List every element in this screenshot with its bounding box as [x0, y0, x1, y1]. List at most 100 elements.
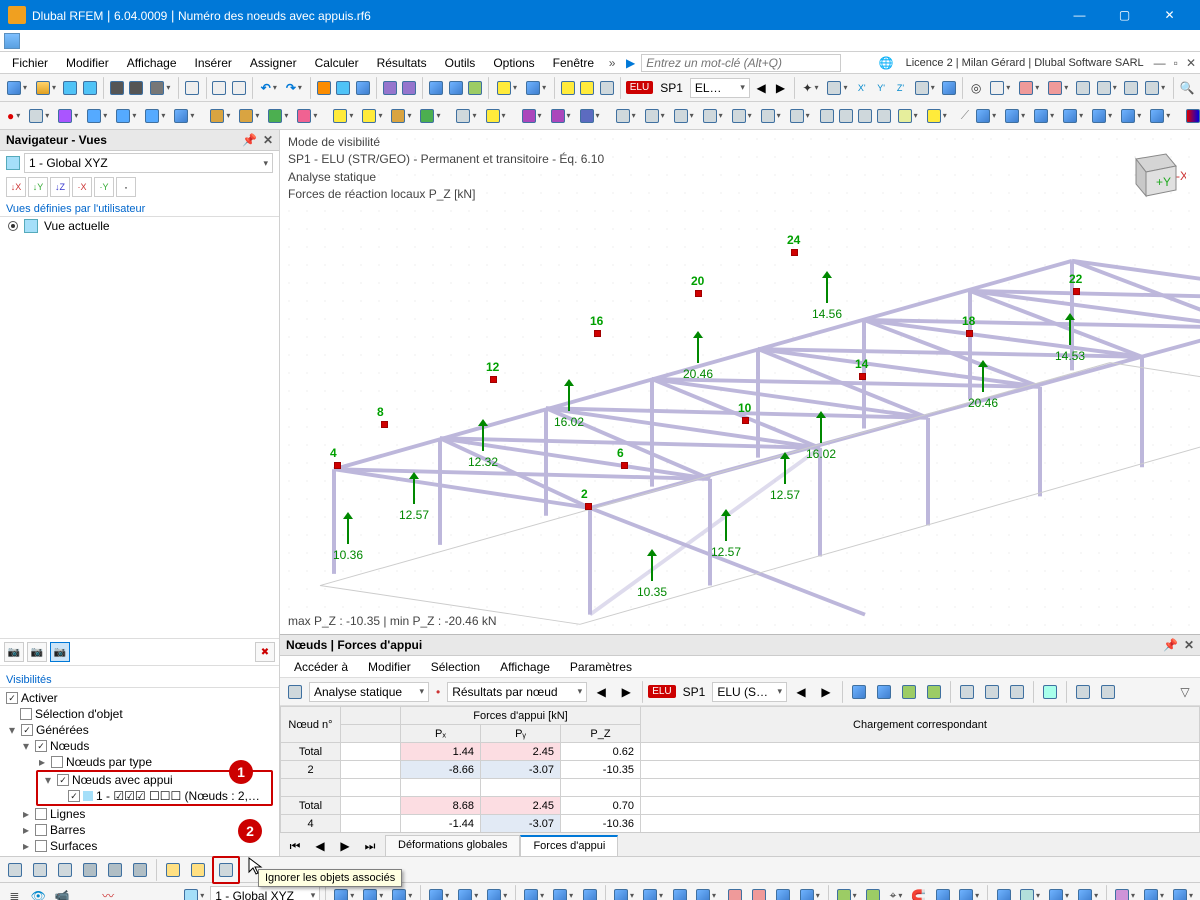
bt-navtab1[interactable]: ≣: [4, 885, 25, 900]
rt-c1[interactable]: [956, 681, 978, 703]
tb-calc2[interactable]: [448, 77, 464, 99]
tb2-sp7[interactable]: [1147, 105, 1173, 127]
tb2-iso2[interactable]: [642, 105, 668, 127]
menu-outils[interactable]: Outils: [437, 54, 484, 72]
bbot-d[interactable]: [693, 885, 719, 900]
tb2-dim[interactable]: [453, 105, 479, 127]
tab-prev[interactable]: ◀: [309, 835, 331, 857]
tb-cloud[interactable]: [62, 77, 78, 99]
panel-close-icon[interactable]: ✕: [263, 133, 273, 147]
tb2-r2[interactable]: [838, 105, 854, 127]
rt-mode-combo[interactable]: Analyse statique: [309, 682, 429, 702]
menu-assigner[interactable]: Assigner: [242, 54, 305, 72]
checkbox-icon[interactable]: [35, 808, 47, 820]
tree-nodes-with-support-item[interactable]: 1 - ☑☑☑ ☐☐☐ (Nœuds : 2,…: [38, 788, 271, 804]
menu-inserer[interactable]: Insérer: [187, 54, 240, 72]
tb2-sp6[interactable]: [1118, 105, 1144, 127]
tb-saveall[interactable]: [128, 77, 144, 99]
tb-paste[interactable]: [231, 77, 247, 99]
tb2-members[interactable]: [55, 105, 81, 127]
tb-wizard[interactable]: [494, 77, 520, 99]
bbot-e[interactable]: [725, 885, 746, 900]
bbot-guide[interactable]: [1017, 885, 1043, 900]
rt-e1[interactable]: [1072, 681, 1094, 703]
tb-label4[interactable]: [1094, 77, 1120, 99]
bb-hide[interactable]: [79, 859, 101, 881]
bbot-magnet[interactable]: 🧲: [908, 885, 929, 900]
bbot-ortho[interactable]: [932, 885, 953, 900]
bbot-c[interactable]: [669, 885, 690, 900]
tree-lines[interactable]: ▸Lignes: [2, 806, 277, 822]
tb2-iso6[interactable]: [758, 105, 784, 127]
tb-axis-x[interactable]: X': [854, 77, 870, 99]
tb2-sp1[interactable]: [973, 105, 999, 127]
resmenu-select[interactable]: Sélection: [423, 658, 488, 676]
tb-label6[interactable]: [1142, 77, 1168, 99]
cam-1[interactable]: 📷: [4, 642, 24, 662]
checkbox-icon[interactable]: [35, 840, 47, 852]
bt-eye[interactable]: 👁: [28, 885, 49, 900]
mdi-minimize[interactable]: —: [1154, 56, 1166, 70]
bbot-b[interactable]: [640, 885, 666, 900]
tb2-e1[interactable]: [519, 105, 545, 127]
current-view-radio[interactable]: Vue actuelle: [0, 217, 279, 235]
axis-btn-x[interactable]: ·X: [72, 177, 92, 197]
checkbox-icon[interactable]: [21, 724, 33, 736]
tb-copy[interactable]: [211, 77, 227, 99]
cam-3[interactable]: 📷: [50, 642, 70, 662]
bbot-a[interactable]: [611, 885, 637, 900]
checkbox-icon[interactable]: [51, 756, 63, 768]
tab-last[interactable]: ⏭: [359, 835, 381, 857]
tb-calc-all[interactable]: [467, 77, 483, 99]
minimize-button[interactable]: —: [1057, 0, 1102, 30]
bbot-6[interactable]: [484, 885, 510, 900]
tb-save[interactable]: [109, 77, 125, 99]
bbot-snap[interactable]: ⌖: [887, 885, 906, 900]
tb2-open[interactable]: [142, 105, 168, 127]
tree-selection[interactable]: Sélection d'objet: [2, 706, 277, 722]
bbot-cs[interactable]: [181, 885, 207, 900]
tb-persp[interactable]: [912, 77, 938, 99]
tb-undo[interactable]: ↶: [258, 77, 280, 99]
bb-edit[interactable]: [129, 859, 151, 881]
checkbox-icon[interactable]: [68, 790, 80, 802]
bbot-5[interactable]: [455, 885, 481, 900]
rt-b3[interactable]: [898, 681, 920, 703]
tb-label[interactable]: [1016, 77, 1042, 99]
tb2-iso5[interactable]: [729, 105, 755, 127]
bbot-f[interactable]: [749, 885, 770, 900]
rt-b1[interactable]: [848, 681, 870, 703]
bbot-j[interactable]: [863, 885, 884, 900]
menu-overflow[interactable]: »: [604, 56, 620, 70]
resmenu-params[interactable]: Paramètres: [562, 658, 640, 676]
tb-axis-z[interactable]: Z': [892, 77, 908, 99]
tb2-lines[interactable]: [26, 105, 52, 127]
tb2-sp4[interactable]: [1060, 105, 1086, 127]
tb-axis-y[interactable]: Y': [873, 77, 889, 99]
axis-btn-minusx[interactable]: ↓X: [6, 177, 26, 197]
tab-first[interactable]: ⏮: [284, 835, 306, 857]
bt-cam[interactable]: 📹: [52, 885, 73, 900]
tb2-hinge[interactable]: [236, 105, 262, 127]
bb-prev[interactable]: [54, 859, 76, 881]
rt-prev[interactable]: ◀: [590, 681, 612, 703]
tb2-add[interactable]: [359, 105, 385, 127]
bb-sel[interactable]: [4, 859, 26, 881]
menu-affichage[interactable]: Affichage: [119, 54, 185, 72]
bbot-4[interactable]: [426, 885, 452, 900]
tab-support-forces[interactable]: Forces d'appui: [520, 835, 618, 856]
menu-fichier[interactable]: Fichier: [4, 54, 56, 72]
tb2-s1[interactable]: [924, 105, 950, 127]
tb-grid[interactable]: [335, 77, 351, 99]
tb-results1[interactable]: [382, 77, 398, 99]
tb-results2[interactable]: [401, 77, 417, 99]
rt-filter[interactable]: ▽: [1174, 681, 1196, 703]
tb-table[interactable]: [316, 77, 332, 99]
bt-chart[interactable]: 〰: [98, 885, 119, 900]
tb2-surf[interactable]: [84, 105, 110, 127]
tb-next[interactable]: ▶: [772, 77, 788, 99]
tb2-sp3[interactable]: [1031, 105, 1057, 127]
checkbox-icon[interactable]: [6, 692, 18, 704]
rt-lnext[interactable]: ▶: [815, 681, 837, 703]
tb2-sp5[interactable]: [1089, 105, 1115, 127]
